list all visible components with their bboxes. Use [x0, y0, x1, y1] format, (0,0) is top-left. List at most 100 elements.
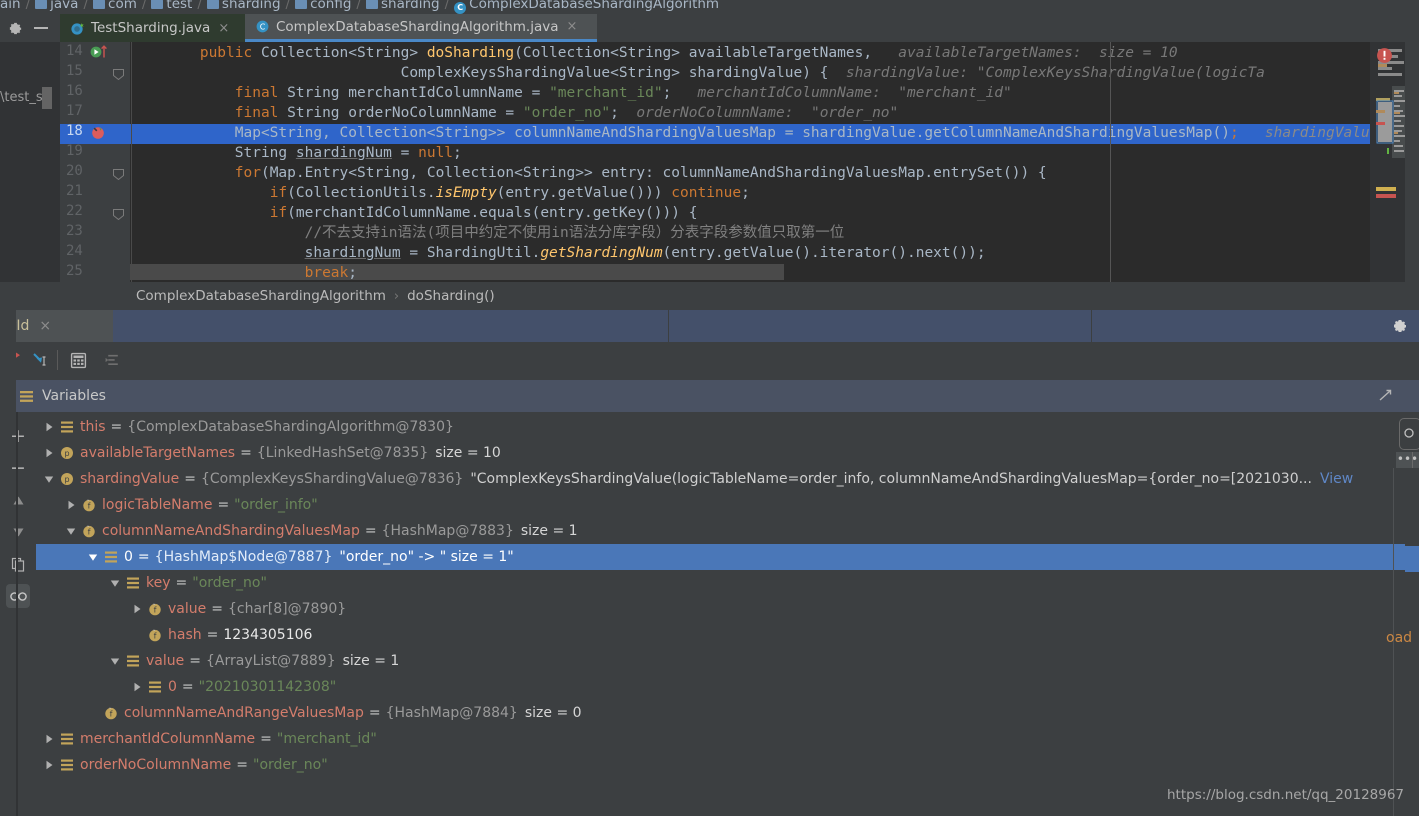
code-line-25: break;	[130, 263, 357, 282]
breadcrumb-item-java[interactable]: java	[35, 0, 78, 12]
svg-text:f: f	[154, 632, 157, 641]
close-icon[interactable]: ×	[566, 19, 577, 34]
collapse-panel-icon[interactable]	[1379, 388, 1393, 406]
view-value-link[interactable]: View	[1320, 471, 1353, 487]
folder-icon	[93, 0, 106, 9]
chevron-down-icon[interactable]	[86, 550, 100, 564]
variable-row[interactable]: merchantIdColumnName = "merchant_id"	[36, 726, 1419, 752]
variables-tree[interactable]: this = {ComplexDatabaseShardingAlgorithm@7…	[36, 412, 1419, 816]
remove-watch-button[interactable]: −	[6, 456, 30, 480]
method-run-icon[interactable]	[90, 44, 110, 64]
breadcrumb-item-complexdatabaseshardingalgorithm[interactable]: C ComplexDatabaseShardingAlgorithm	[454, 0, 720, 14]
debug-settings-gear-icon[interactable]	[1380, 310, 1419, 342]
chevron-right-icon[interactable]	[42, 420, 56, 434]
variable-row[interactable]: f columnNameAndRangeValuesMap = {HashMap@78…	[36, 700, 1419, 726]
breadcrumb-item-sharding[interactable]: sharding	[365, 0, 440, 12]
breadcrumb-item-config[interactable]: config	[295, 0, 351, 12]
equals-sign: =	[236, 757, 249, 773]
java-class-icon: C	[255, 19, 270, 34]
variable-row[interactable]: value = {ArrayList@7889} size = 1	[36, 648, 1419, 674]
editor-left-stub: \test_sh	[0, 42, 60, 282]
breadcrumb-label: ComplexDatabaseShardingAlgorithm	[469, 0, 720, 12]
chevron-down-icon[interactable]	[108, 576, 122, 590]
breadcrumb-item-test[interactable]: test	[151, 0, 192, 12]
equals-sign: =	[110, 419, 123, 435]
error-stripe-minimap[interactable]	[1370, 42, 1405, 282]
close-icon[interactable]: ×	[218, 21, 229, 36]
variable-row[interactable]: 0 = "20210301142308"	[36, 674, 1419, 700]
debug-tab-active[interactable]: ntId ×	[0, 310, 113, 342]
tab-complex-database-sharding-algorithm[interactable]: C ComplexDatabaseShardingAlgorithm.java …	[245, 14, 597, 42]
breakpoint-icon[interactable]	[90, 124, 106, 144]
close-icon[interactable]: ×	[39, 318, 51, 334]
debug-tab-slot-d[interactable]	[1092, 310, 1380, 342]
equals-sign: =	[260, 731, 272, 747]
debug-toolbar	[0, 342, 1419, 378]
chevron-down-icon[interactable]	[42, 472, 56, 486]
tab-test-sharding[interactable]: TestSharding.java ×	[60, 14, 245, 42]
variable-row[interactable]: f columnNameAndShardingValuesMap = {HashMap…	[36, 518, 1419, 544]
chevron-right-icon[interactable]	[42, 732, 56, 746]
debug-tab-slot-c[interactable]	[669, 310, 1091, 342]
evaluate-expression-icon[interactable]	[66, 348, 90, 372]
chevron-right-icon[interactable]	[130, 602, 144, 616]
breadcrumb-class[interactable]: ComplexDatabaseShardingAlgorithm	[136, 288, 386, 304]
chevron-down-icon[interactable]	[108, 654, 122, 668]
variable-row[interactable]: f hash = 1234305106	[36, 622, 1419, 648]
inline-debugger-popup-button[interactable]	[1399, 418, 1419, 450]
chevron-right-icon[interactable]	[42, 446, 56, 460]
code-token: String orderNoColumnName =	[287, 105, 523, 121]
chevron-right-icon[interactable]	[64, 498, 78, 512]
move-down-button[interactable]	[6, 520, 30, 544]
field-icon: f	[148, 602, 162, 616]
chevron-right-icon[interactable]	[130, 680, 144, 694]
gear-icon[interactable]	[4, 17, 26, 39]
variable-row[interactable]: f logicTableName = "order_info"	[36, 492, 1419, 518]
fold-column[interactable]	[113, 42, 130, 282]
code-line-24: shardingNum = ShardingUtil.getShardingNu…	[130, 243, 986, 263]
copy-icon[interactable]	[6, 552, 30, 576]
variable-row[interactable]: p shardingValue = {ComplexKeysShardingValue…	[36, 466, 1419, 492]
chevron-right-icon[interactable]	[42, 758, 56, 772]
variable-row[interactable]: this = {ComplexDatabaseShardingAlgorithm@7…	[36, 414, 1419, 440]
debug-tab-slot-b[interactable]	[113, 310, 668, 342]
code-token: (entry.getValue().iterator().next());	[662, 245, 986, 261]
variable-value: "20210301142308"	[198, 679, 337, 695]
breadcrumb-method[interactable]: doSharding()	[407, 288, 495, 304]
add-watch-button[interactable]: +	[6, 424, 30, 448]
equals-sign: =	[211, 601, 223, 617]
code-token: ;	[348, 265, 357, 281]
variable-row[interactable]: f value = {char[8]@7890}	[36, 596, 1419, 622]
code-token: orderNoColumnName: "order_no"	[618, 105, 899, 121]
variable-type: {ComplexKeysShardingValue@7836}	[200, 471, 464, 487]
code-editor[interactable]: public Collection<String> doSharding(Col…	[130, 42, 1370, 282]
tab-label: TestSharding.java	[91, 20, 211, 36]
variable-row[interactable]: orderNoColumnName = "order_no"	[36, 752, 1419, 778]
variable-row[interactable]: 0 = {HashMap$Node@7887} "order_no" -> " siz…	[36, 544, 1419, 570]
panel-splitter[interactable]	[16, 412, 18, 816]
glasses-icon[interactable]	[6, 584, 30, 608]
object-icon	[104, 550, 118, 564]
show-execution-point-icon[interactable]	[100, 348, 124, 372]
right-edge-strip	[1405, 412, 1419, 816]
breadcrumb-label: ain	[0, 0, 21, 12]
variable-name: orderNoColumnName	[80, 757, 232, 773]
move-up-button[interactable]	[6, 488, 30, 512]
breadcrumb-item-sharding[interactable]: sharding	[206, 0, 281, 12]
splitter-handle[interactable]	[42, 87, 52, 109]
breadcrumb-item-ain[interactable]: ain	[0, 0, 21, 12]
code-token: null	[418, 145, 454, 161]
breadcrumb-item-com[interactable]: com	[93, 0, 137, 12]
more-options-icon[interactable]: •••	[1396, 452, 1419, 468]
equals-sign: =	[206, 627, 219, 643]
chevron-down-icon[interactable]	[64, 524, 78, 538]
variable-row[interactable]: p availableTargetNames = {LinkedHashSet@783…	[36, 440, 1419, 466]
run-to-cursor-icon[interactable]	[28, 348, 52, 372]
variable-name: 0	[168, 679, 177, 695]
object-icon	[60, 420, 74, 434]
variable-row[interactable]: key = "order_no"	[36, 570, 1419, 596]
minimize-icon[interactable]	[30, 17, 52, 39]
